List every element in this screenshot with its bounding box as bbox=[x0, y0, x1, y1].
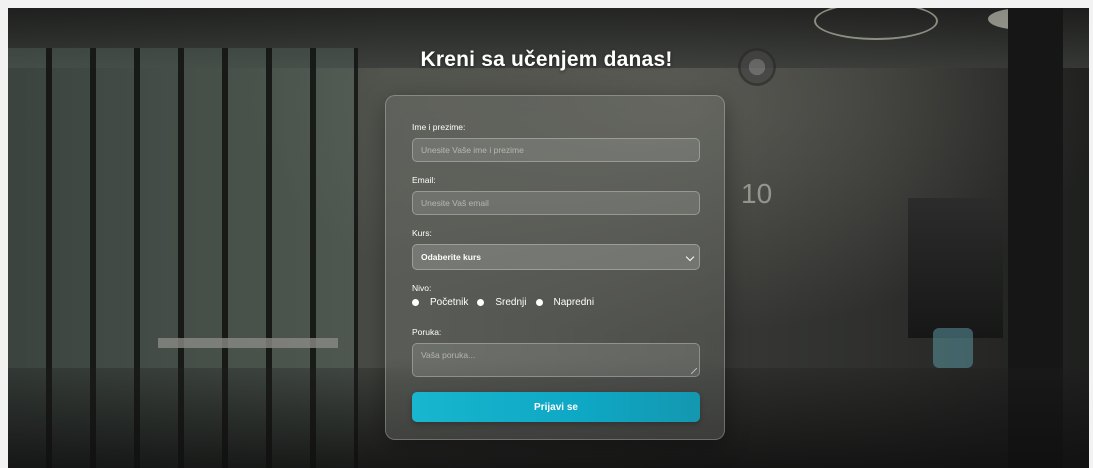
level-radio-group: Početnik Srednji Napredni bbox=[412, 295, 698, 309]
level-label: Nivo: bbox=[412, 283, 432, 293]
level-radio-beginner[interactable] bbox=[412, 298, 419, 306]
level-option-label: Napredni bbox=[553, 296, 595, 308]
email-label: Email: bbox=[412, 175, 436, 185]
course-label: Kurs: bbox=[412, 228, 432, 238]
level-option-label: Srednji bbox=[495, 296, 527, 308]
shelf-decoration bbox=[908, 198, 1003, 338]
message-label: Poruka: bbox=[412, 327, 442, 337]
submit-button[interactable]: Prijavi se bbox=[412, 392, 700, 422]
level-option-label: Početnik bbox=[430, 296, 469, 308]
table-decoration bbox=[158, 338, 338, 348]
level-radio-advanced[interactable] bbox=[535, 298, 543, 306]
course-select[interactable]: Odaberite kurs bbox=[412, 244, 700, 270]
chair-decoration bbox=[933, 328, 973, 368]
signup-form: Ime i prezime: Email: Kurs: Odaberite ku… bbox=[385, 95, 725, 440]
resize-handle-icon[interactable] bbox=[691, 368, 697, 374]
room-number: 10 bbox=[741, 178, 773, 209]
name-input[interactable] bbox=[412, 138, 700, 162]
message-placeholder: Vaša poruka... bbox=[421, 350, 476, 360]
email-input[interactable] bbox=[412, 191, 700, 215]
message-textarea[interactable]: Vaša poruka... bbox=[412, 343, 700, 377]
level-radio-intermediate[interactable] bbox=[477, 298, 485, 306]
course-select-value: Odaberite kurs bbox=[421, 252, 481, 262]
name-label: Ime i prezime: bbox=[412, 122, 466, 132]
page-title: Kreni sa učenjem danas! bbox=[420, 48, 673, 71]
chevron-down-icon bbox=[685, 252, 695, 262]
